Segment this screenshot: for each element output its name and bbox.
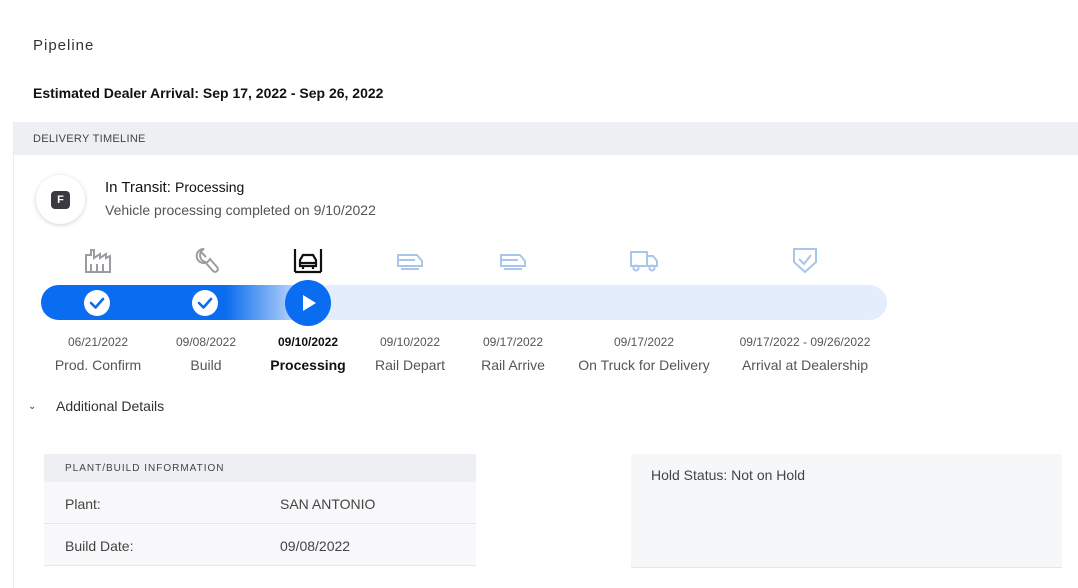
step-done-marker[interactable] (192, 290, 218, 316)
step-label: On Truck for Delivery (578, 357, 710, 373)
timeline-header: DELIVERY TIMELINE (14, 122, 1078, 155)
chevron-down-icon: ⌄ (28, 400, 37, 412)
step-done-marker[interactable] (84, 290, 110, 316)
checkmark-icon (89, 297, 105, 309)
plant-value: SAN ANTONIO (280, 496, 376, 512)
additional-details-toggle[interactable]: ⌄ Additional Details (28, 398, 164, 414)
progress-track (41, 285, 887, 320)
wrench-icon (195, 247, 219, 273)
status-stage: In Transit: Processing (105, 179, 244, 196)
estimated-arrival: Estimated Dealer Arrival: Sep 17, 2022 -… (33, 85, 384, 101)
plant-build-header: PLANT/BUILD INFORMATION (44, 454, 476, 482)
hold-status-text: Hold Status: Not on Hold (651, 467, 806, 483)
hold-status-panel: Hold Status: Not on Hold (631, 454, 1062, 568)
status-badge: F (36, 175, 85, 224)
plant-key: Plant: (65, 496, 101, 512)
factory-icon (85, 249, 111, 273)
rail-car-icon (397, 254, 423, 270)
build-date-row: Build Date: 09/08/2022 (44, 524, 476, 566)
step-date: 09/17/2022 (613, 335, 675, 349)
status-letter-icon: F (51, 191, 70, 209)
plant-row: Plant: SAN ANTONIO (44, 482, 476, 524)
status-stage-label: In Transit: (105, 179, 171, 196)
shield-check-icon (793, 248, 817, 274)
checkmark-icon (197, 297, 213, 309)
build-date-key: Build Date: (65, 538, 134, 554)
step-date: 09/17/2022 - 09/26/2022 (739, 335, 871, 349)
additional-details-label: Additional Details (56, 398, 165, 414)
rail-car-icon (500, 254, 526, 270)
status-stage-value: Processing (175, 179, 245, 195)
plant-build-panel: PLANT/BUILD INFORMATION Plant: SAN ANTON… (44, 454, 476, 566)
build-date-value: 09/08/2022 (280, 538, 351, 554)
truck-icon (630, 251, 658, 272)
play-icon (303, 295, 316, 311)
status-detail: Vehicle processing completed on 9/10/202… (105, 202, 376, 218)
progress-fill (41, 285, 312, 320)
delivery-timeline-card: DELIVERY TIMELINE F In Transit: Processi… (13, 122, 1078, 588)
step-label: Arrival at Dealership (741, 357, 869, 373)
step-current-marker[interactable] (285, 280, 331, 326)
page-title: Pipeline (33, 37, 95, 54)
car-wash-icon (293, 249, 323, 274)
